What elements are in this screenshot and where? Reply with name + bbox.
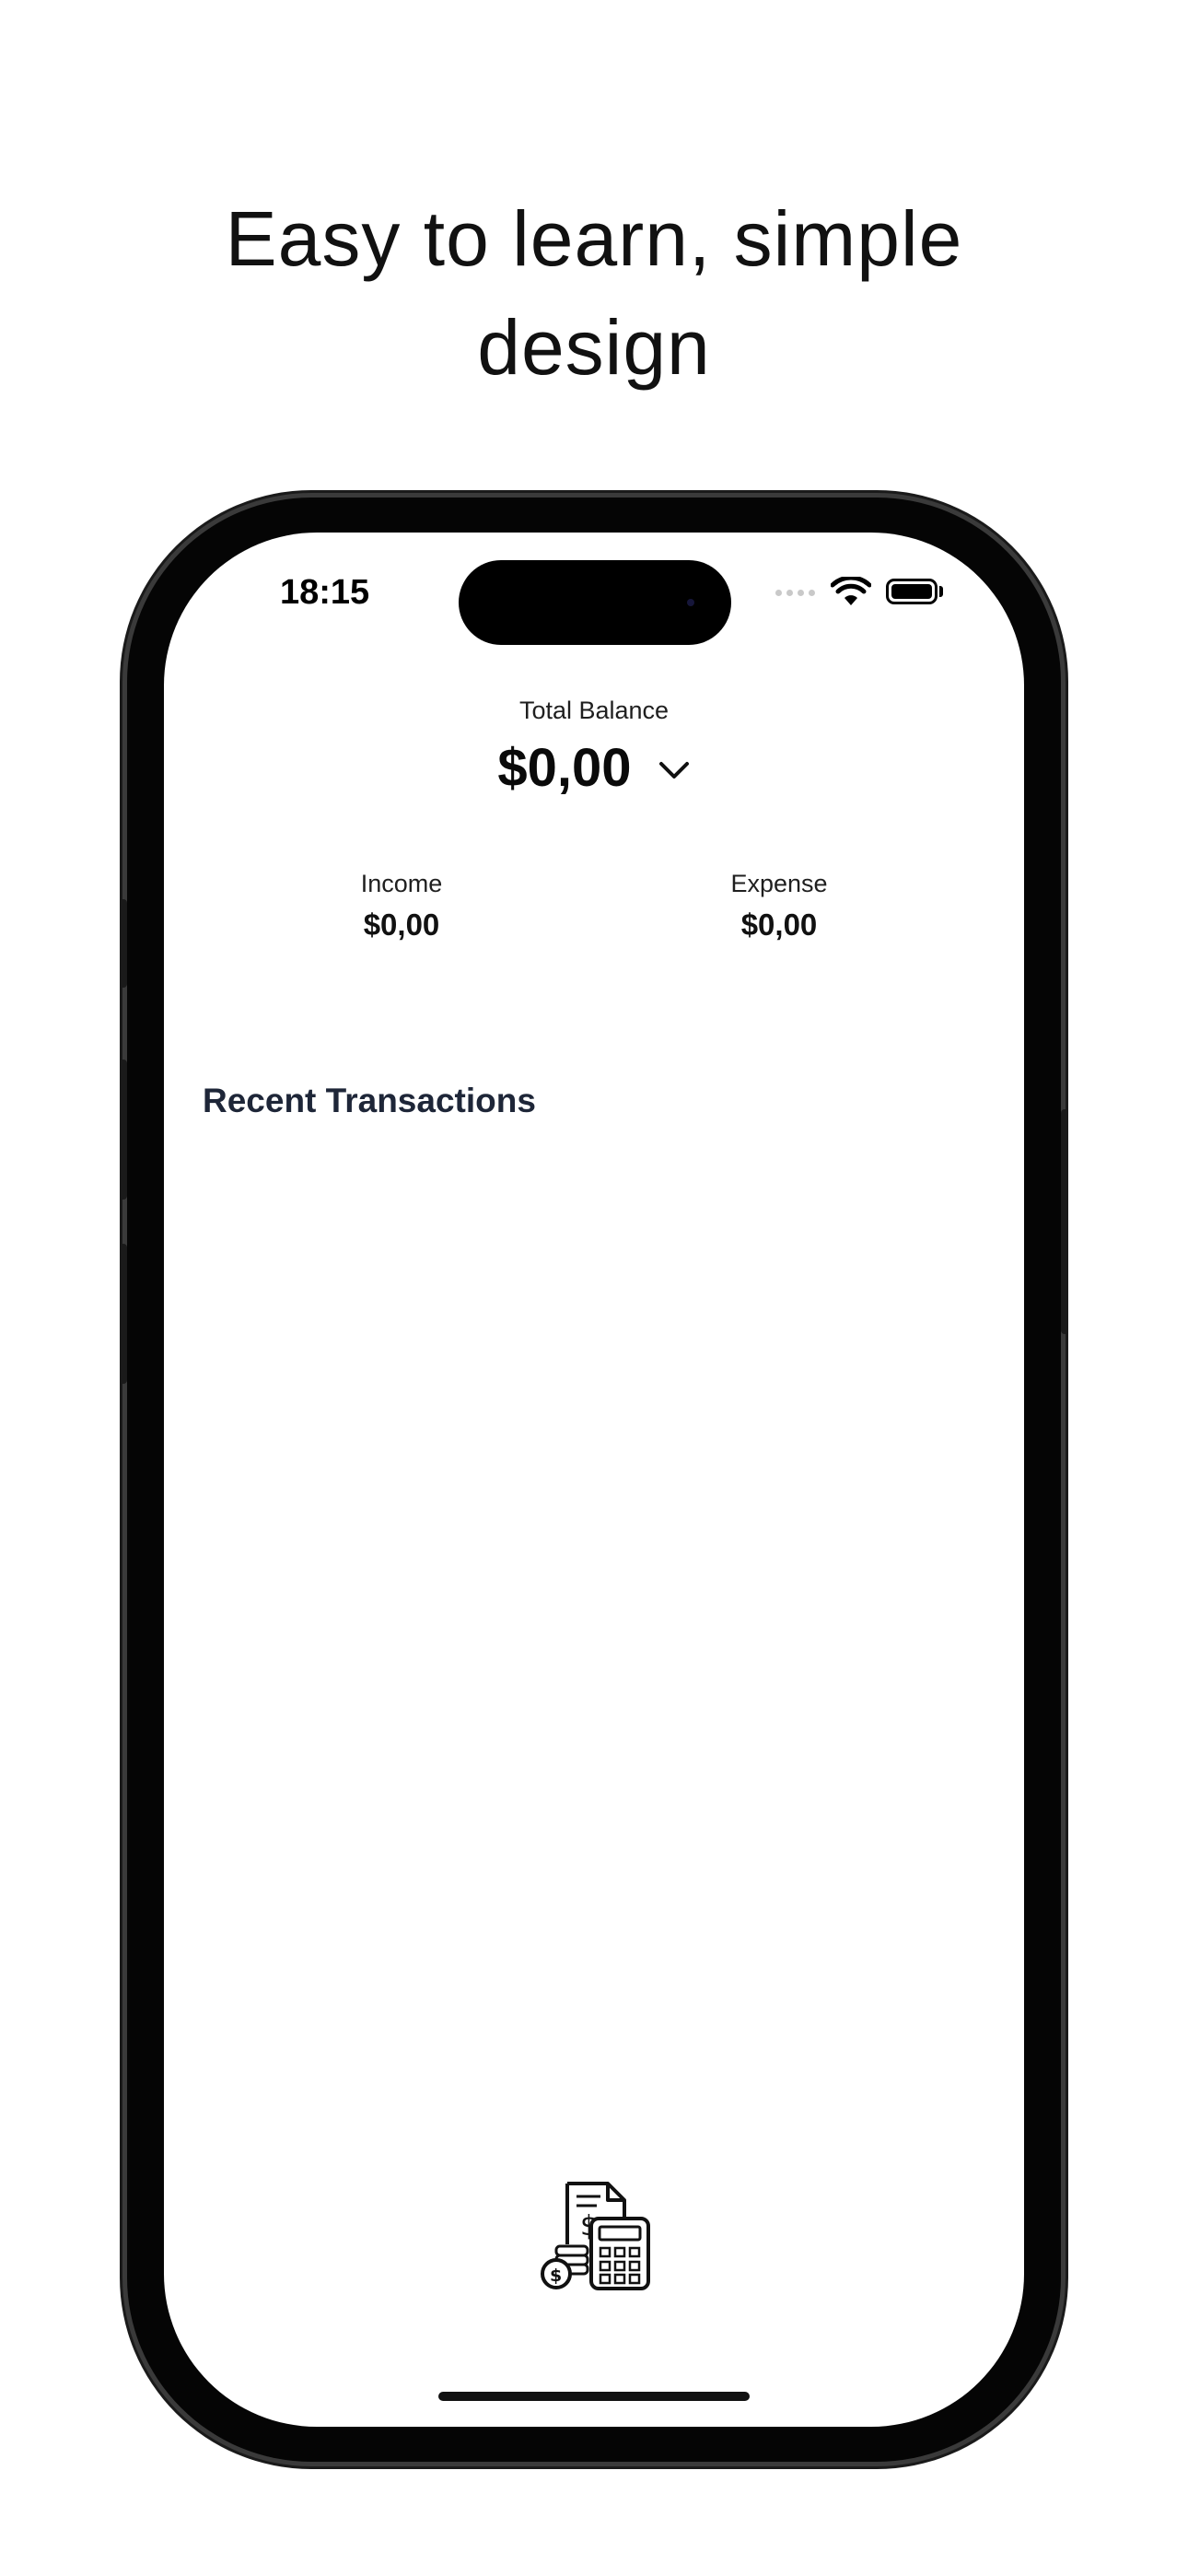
headline-line-1: Easy to learn, simple bbox=[225, 195, 963, 282]
chevron-down-icon[interactable] bbox=[658, 759, 691, 781]
recent-transactions-title: Recent Transactions bbox=[203, 1082, 536, 1119]
volume-up-button bbox=[120, 1060, 127, 1200]
home-indicator[interactable] bbox=[438, 2392, 750, 2401]
total-balance-value: $0,00 bbox=[497, 738, 632, 798]
headline-line-2: design bbox=[477, 304, 711, 391]
income-label: Income bbox=[360, 870, 443, 897]
app-screen: 18:15 Total Balance $0,00 Income $0,00 E… bbox=[164, 533, 1024, 2427]
silent-switch bbox=[120, 899, 127, 988]
status-time: 18:15 bbox=[280, 573, 370, 612]
battery-icon bbox=[886, 579, 938, 604]
expense-summary: Expense $0,00 bbox=[669, 870, 890, 943]
income-value: $0,00 bbox=[363, 907, 440, 942]
receipt-calculator-icon: $ $ bbox=[541, 2182, 650, 2290]
marketing-headline: Easy to learn, simple design bbox=[0, 184, 1188, 402]
wifi-icon bbox=[831, 577, 871, 605]
svg-text:$: $ bbox=[550, 2266, 562, 2286]
battery-cap bbox=[939, 586, 943, 597]
power-button bbox=[1061, 1109, 1068, 1334]
expense-value: $0,00 bbox=[740, 907, 818, 942]
camera-dot bbox=[687, 599, 694, 606]
total-balance-label: Total Balance bbox=[518, 697, 670, 724]
expense-label: Expense bbox=[730, 870, 828, 897]
income-summary: Income $0,00 bbox=[291, 870, 512, 943]
volume-down-button bbox=[120, 1244, 127, 1384]
cellular-signal-icon bbox=[775, 590, 815, 596]
dynamic-island bbox=[459, 560, 731, 645]
total-balance-row[interactable]: $0,00 bbox=[164, 737, 1024, 799]
